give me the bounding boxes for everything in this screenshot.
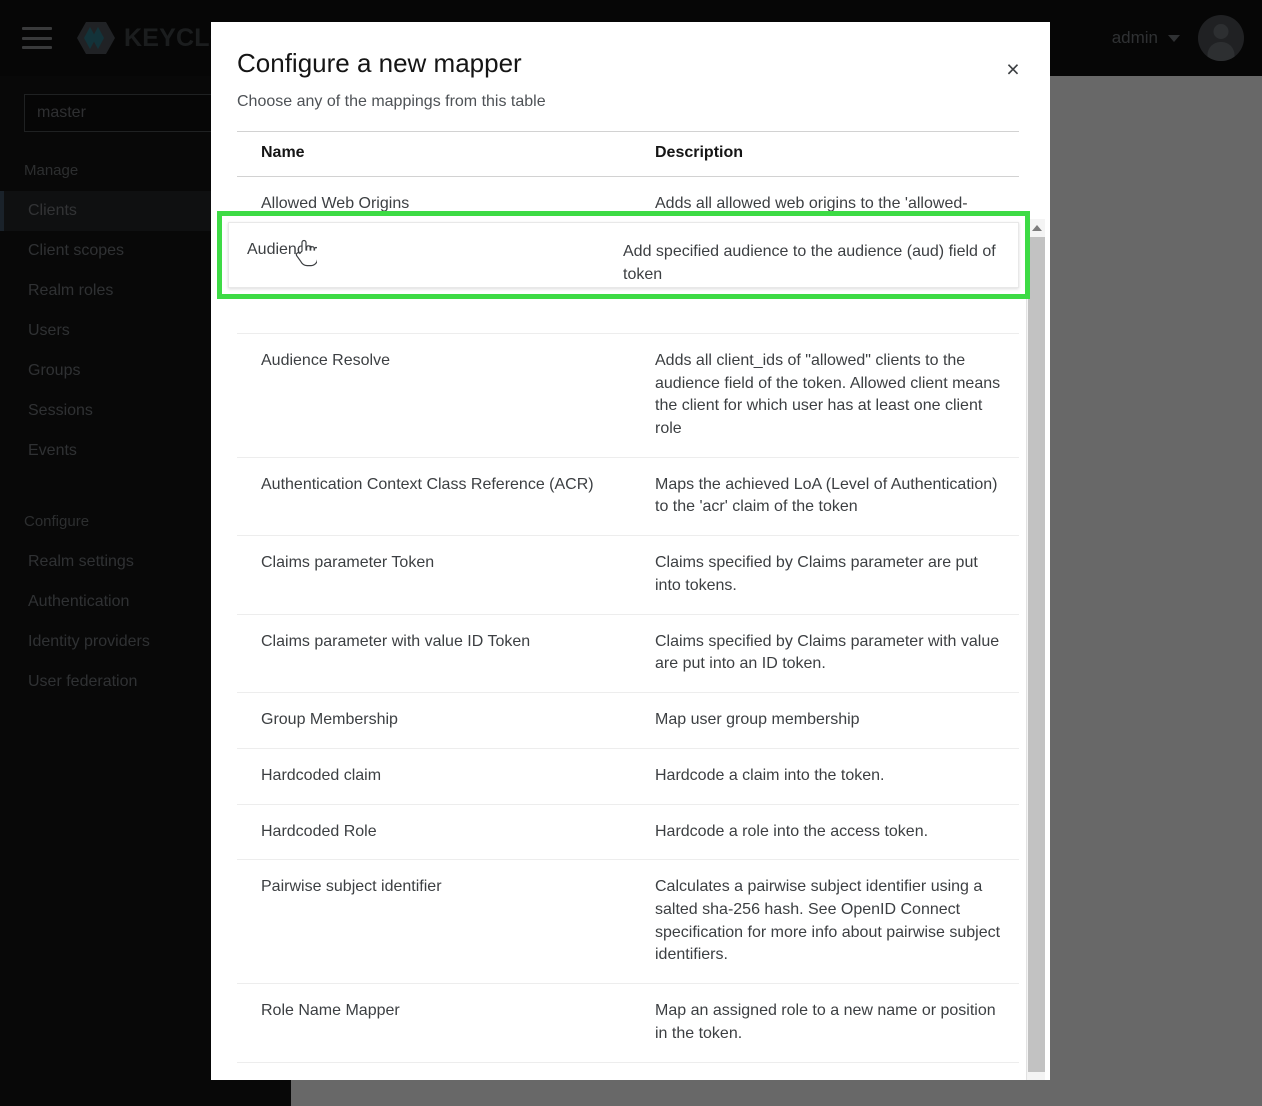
mapper-name: Claims parameter with value ID Token [237, 614, 631, 694]
table-row[interactable]: Allowed Web Origins Adds all allowed web … [237, 176, 1019, 256]
table-row[interactable]: Claims parameter with value ID Token Clai… [237, 614, 1019, 694]
mapper-name: User Address [237, 1062, 631, 1080]
scrollbar-thumb[interactable] [1028, 237, 1045, 1072]
table-row[interactable]: Claims parameter Token Claims specified b… [237, 535, 1019, 615]
table-row[interactable]: Pairwise subject identifier Calculates a … [237, 859, 1019, 985]
modal-title: Configure a new mapper [237, 48, 522, 78]
mapper-name: Audience Resolve [237, 333, 631, 458]
mapper-description: Hardcode a role into the access token. [631, 804, 1019, 861]
configure-mapper-modal: Configure a new mapper Choose any of the… [211, 22, 1050, 1080]
mapper-name: Hardcoded Role [237, 804, 631, 861]
mapper-name: Claims parameter Token [237, 535, 631, 615]
modal-scrollbar[interactable] [1026, 219, 1045, 1080]
modal-subtitle: Choose any of the mappings from this tab… [237, 93, 546, 110]
mapper-description: Claims specified by Claims parameter wit… [631, 614, 1019, 694]
mapper-description: Maps the achieved LoA (Level of Authenti… [631, 457, 1019, 537]
mapper-description: Adds all client_ids of "allowed" clients… [631, 333, 1019, 458]
close-icon[interactable]: × [996, 52, 1030, 86]
table-row[interactable]: Group Membership Map user group membershi… [237, 692, 1019, 749]
table-row[interactable]: Audience Resolve Adds all client_ids of "… [237, 333, 1019, 458]
table-row[interactable]: User AddressMaps user address attributes… [237, 1062, 1019, 1080]
column-header-name[interactable]: Name [237, 131, 631, 177]
mapper-description: Map user group membership [631, 692, 1019, 749]
mapper-description: Claims specified by Claims parameter are… [631, 535, 1019, 615]
mapper-name: Audience [237, 254, 631, 334]
scroll-up-icon[interactable] [1027, 219, 1046, 237]
mapper-description: Calculates a pairwise subject identifier… [631, 859, 1019, 985]
table-row[interactable]: Hardcoded claim Hardcode a claim into the… [237, 748, 1019, 805]
mapper-name: Role Name Mapper [237, 983, 631, 1063]
mapper-description: Adds all allowed web origins to the 'all… [631, 176, 1019, 256]
modal-header: Configure a new mapper Choose any of the… [211, 22, 1050, 111]
table-row[interactable]: Role Name Mapper Map an assigned role to … [237, 983, 1019, 1063]
column-header-description[interactable]: Description [631, 131, 1019, 177]
table-header-row: Name Description [237, 131, 1019, 177]
mapper-name: Pairwise subject identifier [237, 859, 631, 985]
mapper-name: Authentication Context Class Reference (… [237, 457, 631, 537]
table-row[interactable]: Hardcoded Role Hardcode a role into the a… [237, 804, 1019, 861]
mapper-name: Hardcoded claim [237, 748, 631, 805]
table-head: Name Description [237, 131, 1019, 177]
mapper-description: Maps user address attributes (street, lo… [631, 1062, 1019, 1080]
table-row[interactable]: AudienceAdd specified audience to the au… [237, 254, 1019, 334]
mapper-name: Allowed Web Origins [237, 176, 631, 256]
modal-body[interactable]: Name Description Allowed Web Origins Adds… [211, 111, 1050, 1080]
mapper-description: Map an assigned role to a new name or po… [631, 983, 1019, 1063]
mapper-table: Name Description Allowed Web Origins Adds… [237, 131, 1019, 1080]
mapper-description: Hardcode a claim into the token. [631, 748, 1019, 805]
table-body: Allowed Web Origins Adds all allowed web … [237, 176, 1019, 1080]
table-row[interactable]: Authentication Context Class Reference (… [237, 457, 1019, 537]
mapper-description: Add specified audience to the audience (… [631, 254, 1019, 334]
mapper-name: Group Membership [237, 692, 631, 749]
